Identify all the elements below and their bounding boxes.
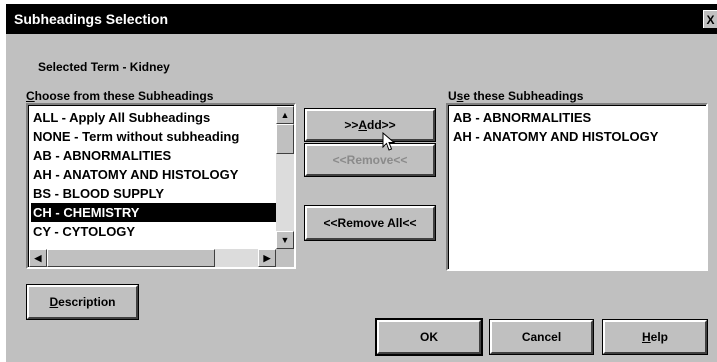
cancel-button[interactable]: Cancel bbox=[489, 319, 594, 355]
ok-button[interactable]: OK bbox=[375, 318, 483, 356]
choose-list-label-hotkey: C bbox=[26, 89, 35, 103]
help-button-hotkey: H bbox=[641, 330, 651, 344]
subheadings-dialog: Subheadings Selection X Selected Term - … bbox=[6, 4, 717, 362]
choose-subheadings-listbox[interactable]: ALL - Apply All Subheadings NONE - Term … bbox=[26, 103, 296, 269]
add-button[interactable]: >>Add>> bbox=[304, 108, 436, 142]
remove-all-button[interactable]: <<Remove All<< bbox=[304, 205, 436, 241]
list-item-bs[interactable]: BS - BLOOD SUPPLY bbox=[31, 184, 278, 203]
help-button[interactable]: Help bbox=[602, 319, 708, 355]
close-button[interactable]: X bbox=[703, 10, 717, 28]
use-list-item-ab[interactable]: AB - ABNORMALITIES bbox=[451, 108, 703, 127]
selected-term-label: Selected Term - Kidney bbox=[38, 60, 170, 74]
list-item-ch-selected[interactable]: CH - CHEMISTRY bbox=[31, 203, 276, 222]
add-button-hotkey: A bbox=[358, 118, 367, 132]
list-item-ah[interactable]: AH - ANATOMY AND HISTOLOGY bbox=[31, 165, 278, 184]
list-item-all[interactable]: ALL - Apply All Subheadings bbox=[31, 108, 278, 127]
close-icon: X bbox=[706, 13, 715, 27]
horizontal-scroll-thumb[interactable] bbox=[47, 249, 215, 267]
choose-list-inner: ALL - Apply All Subheadings NONE - Term … bbox=[28, 105, 294, 267]
vertical-scroll-thumb[interactable] bbox=[276, 124, 294, 154]
scroll-right-arrow-icon[interactable]: ▶ bbox=[258, 249, 276, 267]
horizontal-scrollbar[interactable]: ◀ ▶ bbox=[29, 249, 276, 267]
list-item-cy[interactable]: CY - CYTOLOGY bbox=[31, 222, 278, 241]
remove-button[interactable]: <<Remove<< bbox=[304, 143, 436, 177]
vertical-scrollbar[interactable]: ▲ ▼ bbox=[276, 106, 294, 249]
window-title: Subheadings Selection bbox=[14, 11, 169, 27]
title-bar[interactable]: Subheadings Selection X bbox=[6, 4, 717, 34]
scrollbar-corner bbox=[276, 249, 294, 267]
choose-list-label: Choose from these Subheadings bbox=[26, 89, 214, 103]
scroll-left-arrow-icon[interactable]: ◀ bbox=[29, 249, 47, 267]
use-list-item-ah[interactable]: AH - ANATOMY AND HISTOLOGY bbox=[451, 127, 703, 146]
list-item-none[interactable]: NONE - Term without subheading bbox=[31, 127, 278, 146]
use-list-inner: AB - ABNORMALITIES AH - ANATOMY AND HIST… bbox=[448, 105, 706, 269]
description-button-hotkey: D bbox=[49, 295, 59, 309]
use-list-label: Use these Subheadings bbox=[448, 89, 584, 103]
use-subheadings-listbox[interactable]: AB - ABNORMALITIES AH - ANATOMY AND HIST… bbox=[446, 103, 708, 271]
scroll-up-arrow-icon[interactable]: ▲ bbox=[276, 106, 294, 124]
list-item-ab[interactable]: AB - ABNORMALITIES bbox=[31, 146, 278, 165]
description-button[interactable]: Description bbox=[26, 284, 139, 320]
mouse-pointer-icon bbox=[382, 132, 396, 151]
scroll-down-arrow-icon[interactable]: ▼ bbox=[276, 231, 294, 249]
